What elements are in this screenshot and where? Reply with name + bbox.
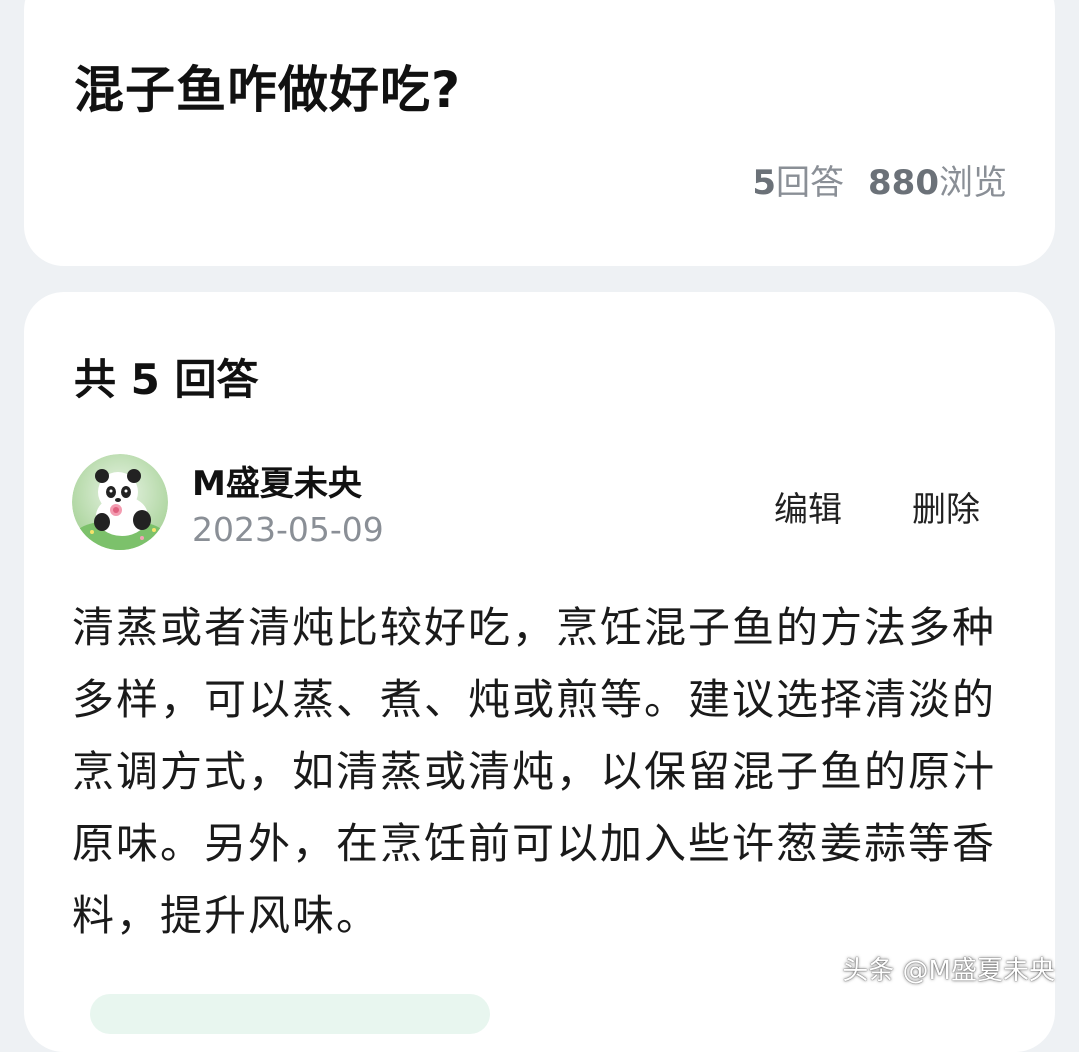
answer-date: 2023-05-09 — [192, 510, 384, 549]
question-card: 混子鱼咋做好吃? 5回答 880浏览 — [24, 0, 1055, 266]
view-count: 880 — [868, 163, 939, 203]
answer-count-stat: 5回答 — [752, 155, 844, 204]
answers-card: 共 5 回答 M盛夏未央 2023-05-09 编辑 删除 清蒸或者清炖比较好吃… — [24, 292, 1055, 1052]
answers-heading: 共 5 回答 — [74, 355, 259, 404]
edit-button[interactable]: 编辑 — [774, 482, 842, 531]
next-answer-preview — [90, 994, 490, 1034]
view-count-label: 浏览 — [939, 163, 1007, 203]
author-name[interactable]: M盛夏未央 — [192, 456, 362, 505]
panda-avatar-icon[interactable] — [72, 454, 168, 550]
view-count-stat: 880浏览 — [868, 155, 1007, 204]
answer-count-label: 回答 — [776, 163, 845, 203]
delete-button[interactable]: 删除 — [912, 482, 980, 531]
question-stats: 5回答 880浏览 — [752, 155, 1007, 204]
question-title: 混子鱼咋做好吃? — [74, 61, 462, 119]
answer-text: 清蒸或者清炖比较好吃，烹饪混子鱼的方法多种多样，可以蒸、煮、炖或煎等。建议选择清… — [72, 603, 997, 940]
answer-count: 5 — [752, 163, 777, 203]
watermark: 头条 @M盛夏未央 — [842, 956, 1055, 986]
